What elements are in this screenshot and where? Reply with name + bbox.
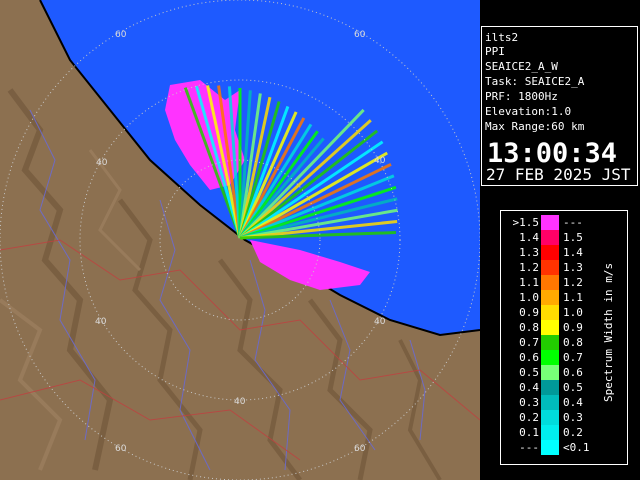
legend-upper-value: 1.0: [563, 306, 583, 319]
legend-lower-value: 1.0: [519, 291, 539, 304]
legend-swatch: [541, 380, 559, 395]
legend-row: 0.2 0.3: [501, 410, 627, 425]
legend-lower-value: 1.3: [519, 246, 539, 259]
radar-ppi-map: 40 40 40 40 40 60 60 60 60: [0, 0, 480, 480]
scan-info-box: ilts2 PPI SEAICE2_A_W Task: SEAICE2_A PR…: [481, 26, 638, 186]
legend-row: --- <0.1: [501, 440, 627, 455]
legend-upper-value: 0.4: [563, 396, 583, 409]
range-label-40: 40: [95, 317, 107, 327]
range-label-60: 60: [354, 444, 366, 454]
legend-lower-value: >1.5: [512, 216, 540, 229]
legend-upper-value: 0.7: [563, 351, 583, 364]
legend-lower-value: 1.2: [519, 261, 539, 274]
elevation-value: Elevation:1.0: [485, 105, 572, 118]
range-label-60: 60: [115, 444, 127, 454]
legend-upper-value: 0.9: [563, 321, 583, 334]
range-label-60: 60: [115, 30, 127, 40]
legend-row: >1.5 ---: [501, 215, 627, 230]
legend-swatch: [541, 320, 559, 335]
legend-upper-value: 1.5: [563, 231, 583, 244]
site-name: ilts2: [485, 31, 519, 44]
legend-lower-value: 0.5: [519, 366, 539, 379]
legend-row: 1.4 1.5: [501, 230, 627, 245]
legend-lower-value: 0.7: [519, 336, 539, 349]
legend-upper-value: 1.3: [563, 261, 583, 274]
legend-swatch: [541, 350, 559, 365]
legend-swatch: [541, 215, 559, 230]
legend-swatch: [541, 440, 559, 455]
legend-upper-value: <0.1: [563, 441, 590, 454]
legend-lower-value: 0.4: [519, 381, 539, 394]
legend-upper-value: 1.1: [563, 291, 583, 304]
legend-swatch: [541, 335, 559, 350]
legend-upper-value: ---: [563, 216, 583, 229]
range-label-60: 60: [354, 30, 366, 40]
scan-name: SEAICE2_A_W: [485, 60, 558, 73]
range-label-40: 40: [234, 397, 246, 407]
task-name: Task: SEAICE2_A: [485, 75, 585, 88]
legend-lower-value: 0.2: [519, 411, 539, 424]
legend-lower-value: ---: [519, 441, 539, 454]
legend-lower-value: 1.1: [519, 276, 539, 289]
legend-upper-value: 0.2: [563, 426, 583, 439]
product-type: PPI: [485, 45, 505, 58]
legend-swatch: [541, 305, 559, 320]
scan-date: 27 FEB 2025 JST: [486, 165, 631, 184]
legend-lower-value: 0.1: [519, 426, 539, 439]
legend-swatch: [541, 410, 559, 425]
legend-upper-value: 1.2: [563, 276, 583, 289]
range-label-40: 40: [96, 158, 108, 168]
range-label-40: 40: [374, 317, 386, 327]
legend-swatch: [541, 290, 559, 305]
legend-lower-value: 0.6: [519, 351, 539, 364]
legend-lower-value: 0.3: [519, 396, 539, 409]
legend-row: 1.3 1.4: [501, 245, 627, 260]
legend-lower-value: 1.4: [519, 231, 539, 244]
legend-swatch: [541, 395, 559, 410]
legend-swatch: [541, 245, 559, 260]
legend-swatch: [541, 230, 559, 245]
scan-time: 13:00:34: [487, 138, 618, 169]
legend-upper-value: 0.6: [563, 366, 583, 379]
legend-upper-value: 1.4: [563, 246, 583, 259]
prf-value: PRF: 1800Hz: [485, 90, 558, 103]
legend-swatch: [541, 275, 559, 290]
legend-upper-value: 0.3: [563, 411, 583, 424]
legend-upper-value: 0.5: [563, 381, 583, 394]
legend-lower-value: 0.9: [519, 306, 539, 319]
legend-swatch: [541, 425, 559, 440]
legend-swatch: [541, 365, 559, 380]
legend-lower-value: 0.8: [519, 321, 539, 334]
legend-swatch: [541, 260, 559, 275]
legend-upper-value: 0.8: [563, 336, 583, 349]
range-label-40: 40: [374, 156, 386, 166]
legend-row: 0.1 0.2: [501, 425, 627, 440]
max-range-value: Max Range:60 km: [485, 120, 585, 133]
